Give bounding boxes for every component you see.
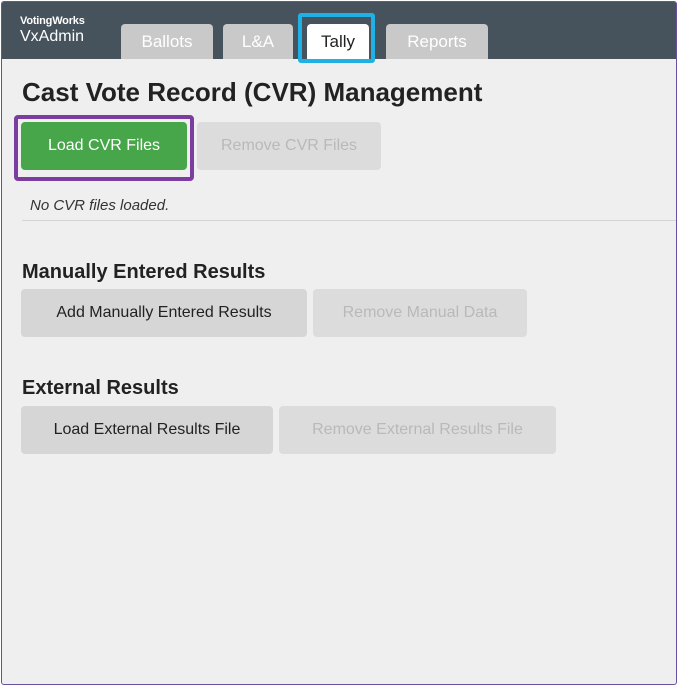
remove-external-results-button[interactable]: Remove External Results File xyxy=(279,406,556,454)
navigation-bar: VotingWorks VxAdmin Ballots L&A Tally Re… xyxy=(2,2,676,59)
brand-app-name: VxAdmin xyxy=(20,28,85,45)
cvr-status-text: No CVR files loaded. xyxy=(30,197,170,214)
tab-tally[interactable]: Tally xyxy=(307,24,369,59)
page-title: Cast Vote Record (CVR) Management xyxy=(22,77,483,107)
load-cvr-files-button[interactable]: Load CVR Files xyxy=(21,122,187,170)
add-manual-results-button[interactable]: Add Manually Entered Results xyxy=(21,289,307,337)
brand: VotingWorks VxAdmin xyxy=(20,15,85,47)
app-window: VotingWorks VxAdmin Ballots L&A Tally Re… xyxy=(1,1,677,685)
external-results-heading: External Results xyxy=(22,377,179,399)
remove-manual-data-button[interactable]: Remove Manual Data xyxy=(313,289,527,337)
tab-reports[interactable]: Reports xyxy=(386,24,488,59)
manual-results-heading: Manually Entered Results xyxy=(22,261,266,283)
remove-cvr-files-button[interactable]: Remove CVR Files xyxy=(197,122,381,170)
tab-ballots[interactable]: Ballots xyxy=(121,24,213,59)
load-external-results-button[interactable]: Load External Results File xyxy=(21,406,273,454)
brand-org-name: VotingWorks xyxy=(20,15,85,27)
section-divider xyxy=(22,220,676,221)
tab-l-and-a[interactable]: L&A xyxy=(223,24,293,59)
main-content: Cast Vote Record (CVR) Management Load C… xyxy=(2,59,676,684)
